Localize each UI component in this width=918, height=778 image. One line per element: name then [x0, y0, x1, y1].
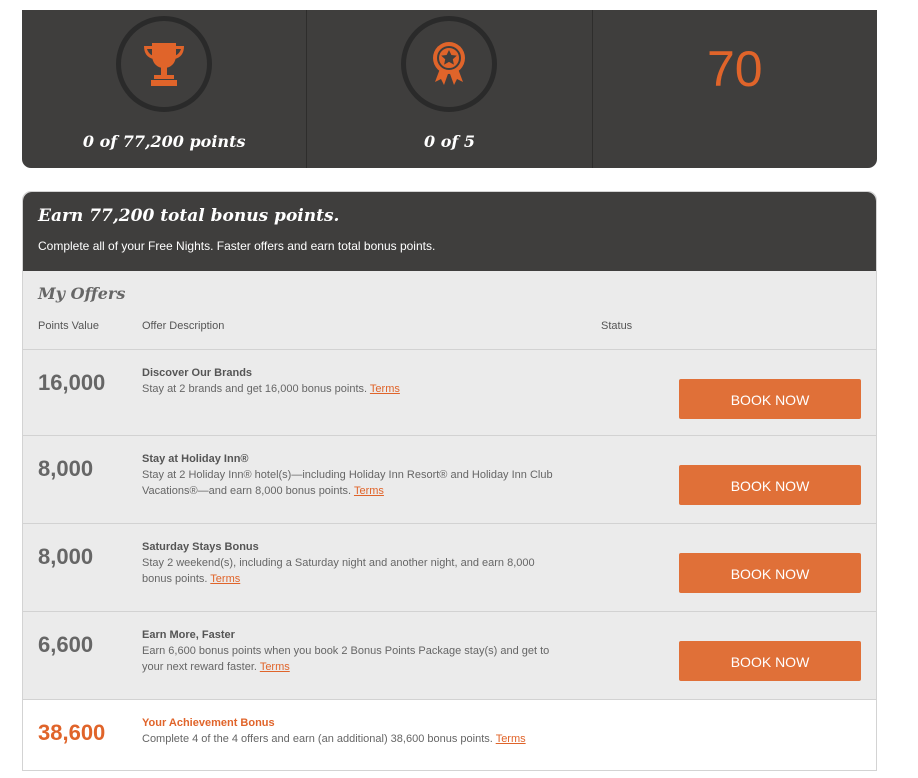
- offers-stat: 0 of 5: [307, 10, 593, 168]
- terms-link[interactable]: Terms: [260, 661, 290, 673]
- points-progress-ring: [116, 16, 213, 112]
- trophy-icon: [144, 43, 185, 86]
- achievement-description-text: Complete 4 of the 4 offers and earn (an …: [142, 733, 493, 745]
- points-progress-label: 0 of 77,200 points: [82, 132, 246, 151]
- achievement-row: 38,600 Your Achievement Bonus Complete 4…: [23, 699, 876, 770]
- offers-header-title: Earn 77,200 total bonus points.: [38, 206, 340, 226]
- offer-description: Stay at 2 brands and get 16,000 bonus po…: [142, 382, 562, 398]
- offer-row: 8,000 Saturday Stays Bonus Stay 2 weeken…: [23, 523, 876, 612]
- award-ribbon-icon: [433, 42, 466, 85]
- stats-panel: 0 of 77,200 points 0 of 5 70: [22, 10, 877, 168]
- offer-title: Saturday Stays Bonus: [142, 541, 259, 553]
- book-now-button[interactable]: BOOK NOW: [679, 641, 861, 681]
- book-now-button[interactable]: BOOK NOW: [679, 379, 861, 419]
- offer-points: 8,000: [38, 544, 94, 569]
- achievement-points: 38,600: [38, 720, 106, 745]
- offer-title: Earn More, Faster: [142, 629, 235, 641]
- offers-header: Earn 77,200 total bonus points. Complete…: [23, 192, 876, 271]
- offer-description-text: Earn 6,600 bonus points when you book 2 …: [142, 645, 550, 673]
- terms-link[interactable]: Terms: [210, 573, 240, 585]
- offer-points: 16,000: [38, 370, 106, 395]
- offers-progress-label: 0 of 5: [424, 132, 475, 151]
- column-header-description: Offer Description: [142, 320, 225, 332]
- book-now-button[interactable]: BOOK NOW: [679, 553, 861, 593]
- achievement-description: Complete 4 of the 4 offers and earn (an …: [142, 732, 562, 748]
- offer-points: 8,000: [38, 456, 94, 481]
- section-title: My Offers: [38, 284, 126, 303]
- book-now-button[interactable]: BOOK NOW: [679, 465, 861, 505]
- offer-title: Stay at Holiday Inn®: [142, 453, 249, 465]
- column-header-points: Points Value: [38, 320, 99, 332]
- terms-link[interactable]: Terms: [370, 383, 400, 395]
- number-stat: 70: [593, 10, 877, 168]
- offer-description: Stay at 2 Holiday Inn® hotel(s)—includin…: [142, 468, 562, 499]
- offer-description-text: Stay at 2 Holiday Inn® hotel(s)—includin…: [142, 469, 553, 497]
- terms-link[interactable]: Terms: [354, 485, 384, 497]
- offer-title: Discover Our Brands: [142, 367, 253, 379]
- offers-header-subtitle: Complete all of your Free Nights. Faster…: [38, 239, 436, 253]
- offers-panel: Earn 77,200 total bonus points. Complete…: [22, 191, 877, 771]
- offer-description: Earn 6,600 bonus points when you book 2 …: [142, 644, 562, 675]
- offer-description: Stay 2 weekend(s), including a Saturday …: [142, 556, 562, 587]
- offer-description-text: Stay at 2 brands and get 16,000 bonus po…: [142, 383, 368, 395]
- big-number: 70: [707, 41, 763, 97]
- offers-progress-ring: [401, 16, 498, 112]
- offer-points: 6,600: [38, 632, 94, 657]
- column-header-status: Status: [601, 320, 633, 332]
- offer-description-text: Stay 2 weekend(s), including a Saturday …: [142, 557, 535, 585]
- offer-row: 8,000 Stay at Holiday Inn® Stay at 2 Hol…: [23, 435, 876, 524]
- offer-row: 6,600 Earn More, Faster Earn 6,600 bonus…: [23, 611, 876, 700]
- terms-link[interactable]: Terms: [496, 733, 526, 745]
- achievement-title: Your Achievement Bonus: [142, 717, 275, 729]
- points-stat: 0 of 77,200 points: [22, 10, 308, 168]
- offer-row: 16,000 Discover Our Brands Stay at 2 bra…: [23, 349, 876, 436]
